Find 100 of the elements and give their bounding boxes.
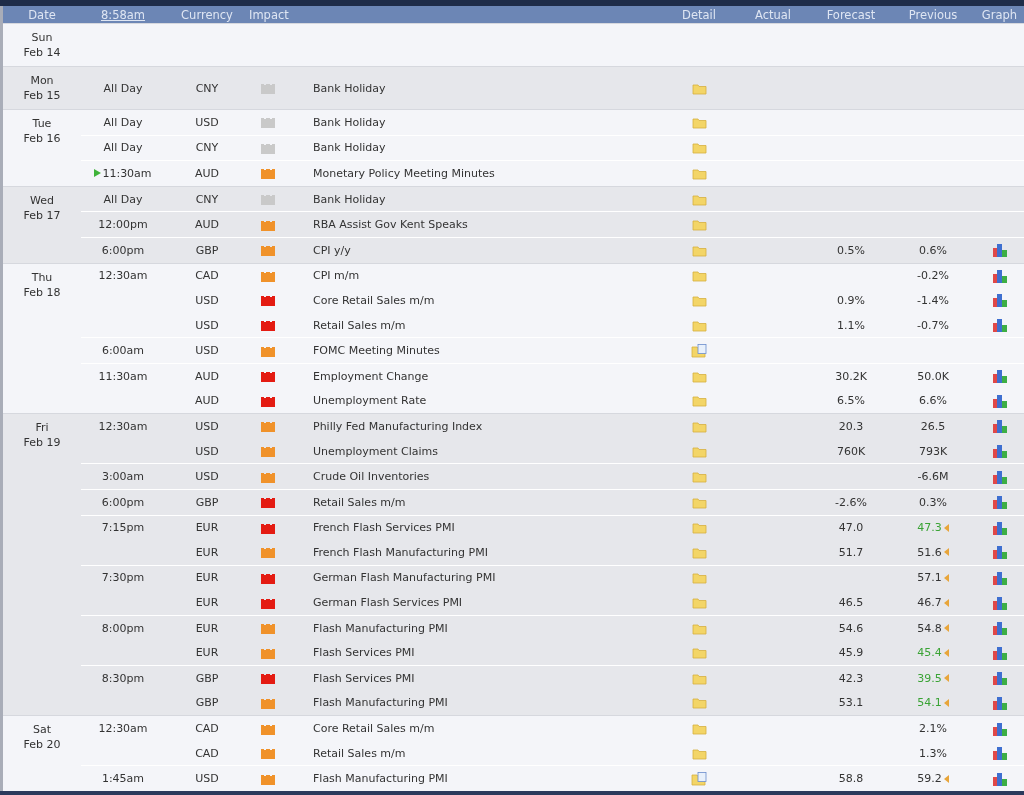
bar-chart-icon[interactable] [991, 645, 1008, 660]
bar-chart-icon[interactable] [991, 419, 1008, 434]
event-title[interactable]: Retail Sales m/m [313, 746, 406, 760]
folder-icon[interactable] [691, 82, 707, 95]
forecast-value: 6.5% [837, 394, 865, 408]
previous-value: 26.5 [920, 419, 946, 433]
revised-marker-icon[interactable] [943, 774, 949, 783]
folder-icon[interactable] [691, 319, 707, 332]
event-title[interactable]: Retail Sales m/m [313, 318, 406, 332]
event-title[interactable]: Crude Oil Inventories [313, 470, 430, 484]
event-title[interactable]: Flash Manufacturing PMI [313, 696, 448, 710]
bar-chart-icon[interactable] [991, 746, 1008, 761]
bar-chart-icon[interactable] [991, 695, 1008, 710]
event-title[interactable]: Core Retail Sales m/m [313, 293, 435, 307]
folder-icon[interactable] [691, 370, 707, 383]
event-time: All Day [103, 141, 143, 155]
revised-marker-icon[interactable] [943, 598, 949, 607]
event-title[interactable]: Unemployment Claims [313, 444, 439, 458]
day-date: Feb 17 [22, 207, 62, 223]
bar-chart-icon[interactable] [991, 721, 1008, 736]
revised-marker-icon[interactable] [943, 624, 949, 633]
currency-code: AUD [194, 218, 219, 232]
forecast-value: 20.3 [838, 419, 864, 433]
bar-chart-icon[interactable] [991, 243, 1008, 258]
event-title[interactable]: CPI y/y [313, 243, 351, 257]
forecast-value: 53.1 [838, 696, 864, 710]
folder-icon[interactable] [691, 697, 707, 710]
bar-chart-icon[interactable] [991, 318, 1008, 333]
bar-chart-icon[interactable] [991, 571, 1008, 585]
bar-chart-icon[interactable] [991, 393, 1008, 408]
column-header: Impact [249, 7, 289, 22]
event-title[interactable]: Bank Holiday [313, 115, 386, 129]
event-title[interactable]: Employment Change [313, 369, 429, 383]
folder-icon[interactable] [691, 622, 707, 635]
bar-chart-icon[interactable] [991, 268, 1008, 283]
forecast-value: 30.2K [835, 369, 867, 383]
folder-icon[interactable] [691, 672, 707, 685]
revised-marker-icon[interactable] [943, 674, 949, 683]
event-title[interactable]: Bank Holiday [313, 141, 386, 155]
bar-chart-icon[interactable] [991, 671, 1008, 686]
folder-icon[interactable] [691, 496, 707, 509]
folder-icon[interactable] [691, 420, 707, 433]
folder-icon[interactable] [691, 168, 707, 180]
folder-icon[interactable] [691, 244, 707, 257]
event-title[interactable]: Retail Sales m/m [313, 495, 406, 509]
folder-icon[interactable] [691, 522, 707, 535]
event-title[interactable]: Unemployment Rate [313, 394, 427, 408]
day-date: Feb 19 [22, 435, 62, 451]
currency-code: GBP [195, 243, 219, 257]
event-title[interactable]: FOMC Meeting Minutes [313, 344, 440, 358]
currency-code: GBP [195, 696, 219, 710]
event-title[interactable]: Core Retail Sales m/m [313, 722, 435, 736]
folder-document-icon[interactable] [690, 771, 708, 786]
folder-icon[interactable] [691, 747, 707, 760]
revised-marker-icon[interactable] [943, 698, 949, 707]
folder-icon[interactable] [691, 723, 707, 736]
previous-value: -0.2% [917, 269, 949, 283]
bar-chart-icon[interactable] [991, 469, 1008, 484]
folder-icon[interactable] [691, 546, 707, 559]
event-title[interactable]: CPI m/m [313, 269, 360, 283]
event-title[interactable]: Flash Manufacturing PMI [313, 621, 448, 635]
bar-chart-icon[interactable] [991, 621, 1008, 636]
bar-chart-icon[interactable] [991, 495, 1008, 510]
event-title[interactable]: Monetary Policy Meeting Minutes [313, 167, 495, 180]
revised-marker-icon[interactable] [943, 548, 949, 557]
event-title[interactable]: Flash Manufacturing PMI [313, 772, 448, 786]
folder-icon[interactable] [691, 116, 707, 129]
event-title[interactable]: Bank Holiday [313, 192, 386, 206]
day-name: Thu [30, 269, 54, 285]
folder-icon[interactable] [691, 597, 707, 610]
currency-code: EUR [195, 521, 219, 535]
revised-marker-icon[interactable] [943, 648, 949, 657]
folder-document-icon[interactable] [690, 343, 708, 358]
previous-value: -6.6M [917, 470, 949, 484]
folder-icon[interactable] [691, 647, 707, 660]
event-time: 1:45am [101, 772, 145, 786]
bar-chart-icon[interactable] [991, 545, 1008, 560]
previous-value: 793K [918, 444, 948, 458]
bar-chart-icon[interactable] [991, 520, 1008, 535]
bar-chart-icon[interactable] [991, 369, 1008, 384]
folder-icon[interactable] [691, 142, 707, 155]
bar-chart-icon[interactable] [991, 595, 1008, 610]
event-title[interactable]: Flash Services PMI [313, 671, 415, 685]
revised-marker-icon[interactable] [943, 574, 949, 582]
bar-chart-icon[interactable] [991, 771, 1008, 786]
currency-code: CAD [195, 269, 219, 283]
bar-chart-icon[interactable] [991, 293, 1008, 308]
revised-marker-icon[interactable] [943, 523, 949, 532]
event-title[interactable]: Flash Services PMI [313, 646, 415, 660]
currency-code: EUR [195, 596, 219, 610]
folder-icon[interactable] [691, 219, 707, 232]
folder-icon[interactable] [691, 395, 707, 408]
folder-icon[interactable] [691, 572, 707, 585]
folder-icon[interactable] [691, 193, 707, 206]
event-title[interactable]: Bank Holiday [313, 81, 386, 95]
folder-icon[interactable] [691, 471, 707, 484]
folder-icon[interactable] [691, 445, 707, 458]
folder-icon[interactable] [691, 294, 707, 307]
bar-chart-icon[interactable] [991, 444, 1008, 458]
folder-icon[interactable] [691, 270, 707, 283]
